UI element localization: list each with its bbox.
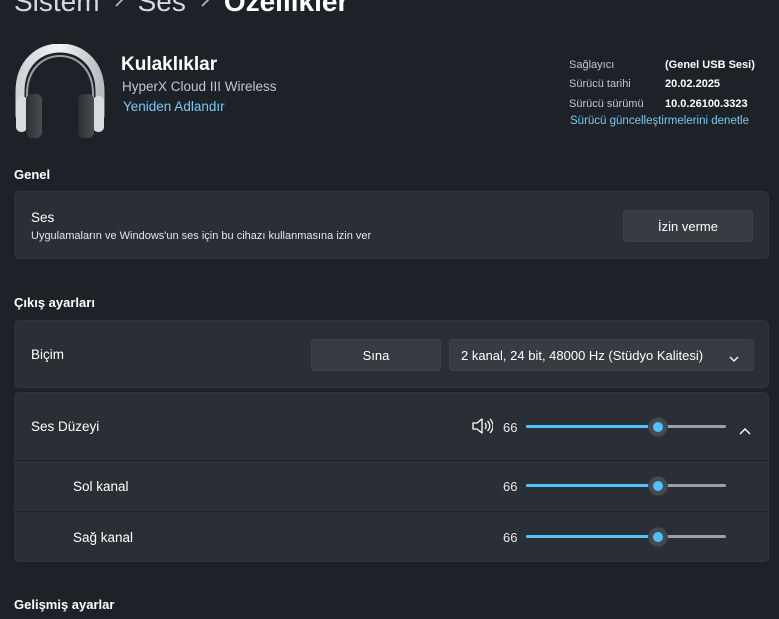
section-title-output: Çıkış ayarları (14, 295, 95, 310)
check-driver-updates-link[interactable]: Sürücü güncelleştirmelerini denetle (570, 115, 749, 127)
test-button[interactable]: Sına (311, 339, 441, 371)
right-channel-slider[interactable] (526, 527, 726, 547)
page-title: Özellikler (223, 0, 349, 17)
driver-version-label: Sürücü sürümü (569, 97, 644, 110)
section-title-general: Genel (14, 167, 51, 182)
divider (15, 460, 768, 461)
headphones-icon (14, 43, 106, 140)
left-channel-value: 66 (503, 479, 518, 494)
driver-version-row: Sürücü sürümü 10.0.26100.3323 (569, 94, 755, 114)
format-label: Biçim (31, 347, 64, 362)
chevron-right-icon (114, 0, 124, 13)
slider-thumb[interactable] (649, 528, 667, 546)
driver-date-value: 20.02.2025 (665, 78, 721, 91)
format-select[interactable]: 2 kanal, 24 bit, 48000 Hz (Stüdyo Kalite… (449, 339, 754, 371)
slider-fill (526, 535, 658, 538)
driver-date-label: Sürücü tarihi (569, 78, 631, 91)
audio-description: Uygulamaların ve Windows'un ses için bu … (31, 230, 372, 242)
right-channel-value: 66 (503, 530, 518, 545)
volume-card: Ses Düzeyi 66 Sol kanal 66 Sağ kanal 66 (14, 392, 769, 562)
deny-button[interactable]: İzin verme (623, 210, 753, 242)
divider (15, 511, 768, 512)
audio-permission-card: Ses Uygulamaların ve Windows'un ses için… (14, 191, 769, 259)
device-model: HyperX Cloud III Wireless (122, 79, 277, 94)
driver-info: Sağlayıcı (Genel USB Sesi) Sürücü tarihi… (569, 55, 755, 114)
slider-thumb[interactable] (649, 477, 667, 495)
provider-label: Sağlayıcı (569, 58, 615, 71)
provider-row: Sağlayıcı (Genel USB Sesi) (569, 55, 755, 75)
chevron-up-icon[interactable] (739, 422, 751, 440)
device-name: Kulaklıklar (121, 54, 218, 75)
slider-fill (526, 425, 658, 428)
volume-slider[interactable] (526, 417, 726, 437)
rename-link[interactable]: Yeniden Adlandır (123, 99, 225, 114)
driver-date-row: Sürücü tarihi 20.02.2025 (569, 75, 755, 95)
breadcrumb-item-sistem[interactable]: Sistem (14, 0, 100, 18)
provider-value: (Genel USB Sesi) (665, 58, 755, 71)
chevron-right-icon (200, 0, 210, 13)
format-card: Biçim Sına 2 kanal, 24 bit, 48000 Hz (St… (14, 320, 769, 388)
left-channel-slider[interactable] (526, 476, 726, 496)
slider-thumb[interactable] (649, 418, 667, 436)
speaker-volume-icon[interactable] (471, 417, 494, 440)
chevron-down-icon (729, 351, 739, 366)
format-select-value: 2 kanal, 24 bit, 48000 Hz (Stüdyo Kalite… (461, 347, 704, 363)
slider-fill (526, 484, 658, 487)
volume-label: Ses Düzeyi (31, 419, 100, 434)
volume-value: 66 (503, 420, 518, 435)
driver-version-value: 10.0.26100.3323 (665, 97, 748, 110)
audio-title: Ses (31, 210, 55, 225)
left-channel-label: Sol kanal (73, 479, 129, 494)
section-title-advanced: Gelişmiş ayarlar (14, 597, 115, 612)
breadcrumb: Sistem Ses Özellikler (14, 0, 348, 18)
breadcrumb-item-ses[interactable]: Ses (138, 0, 186, 18)
right-channel-label: Sağ kanal (73, 530, 134, 545)
